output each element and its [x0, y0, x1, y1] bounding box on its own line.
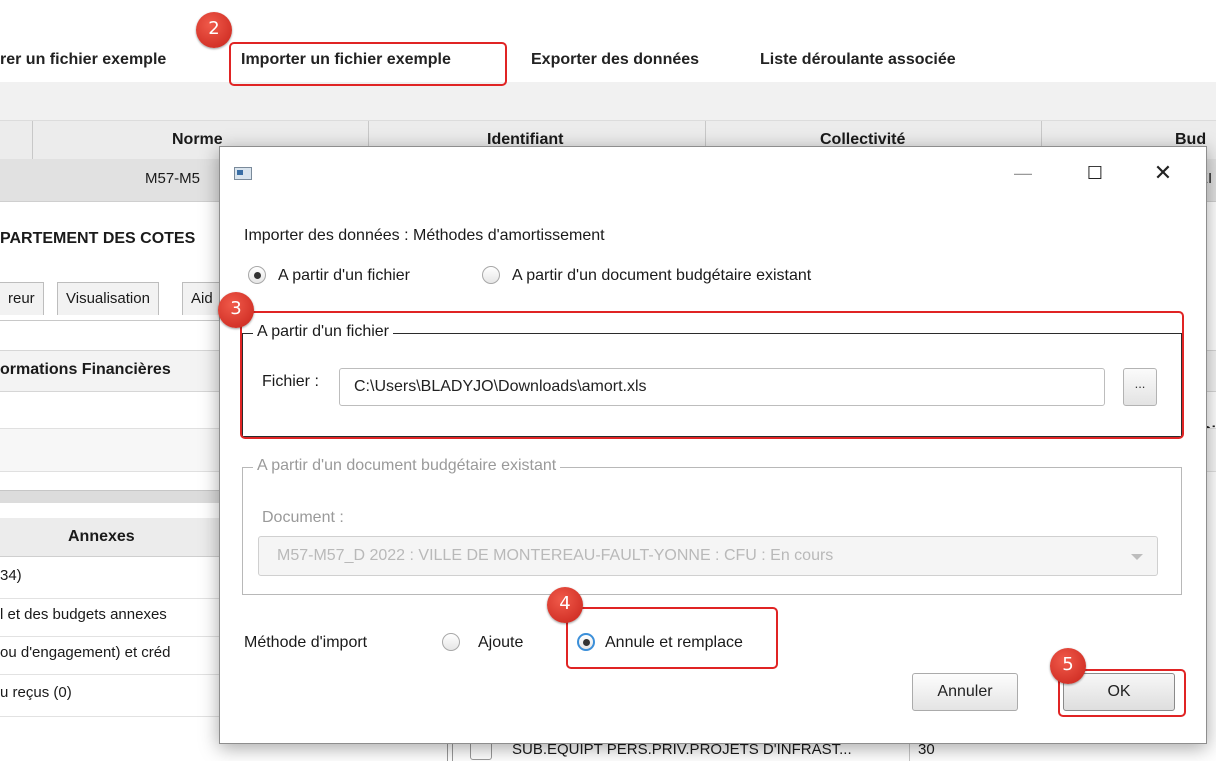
toolbar-strip	[0, 82, 1216, 121]
step-badge-5: 5	[1050, 648, 1086, 684]
divider	[0, 598, 230, 599]
chevron-down-icon	[1131, 554, 1143, 560]
dialog-titlebar[interactable]: — ☐ ✕	[220, 147, 1206, 199]
radio-ajoute-label[interactable]: Ajoute	[478, 634, 523, 652]
app-window-icon	[234, 167, 252, 180]
column-header-norme[interactable]: Norme	[172, 131, 223, 149]
tab-erreur[interactable]: reur	[0, 282, 44, 315]
section-title: ormations Financières	[0, 361, 171, 378]
radio-from-document[interactable]	[482, 266, 500, 284]
cell-norme: M57-M5	[145, 170, 201, 187]
list-item[interactable]: 34)	[0, 567, 22, 584]
minimize-icon[interactable]: —	[998, 153, 1048, 193]
divider	[0, 716, 230, 717]
step-badge-2: 2	[196, 12, 232, 48]
document-group-legend: A partir d'un document budgétaire exista…	[253, 457, 561, 475]
close-icon[interactable]: ✕	[1138, 153, 1188, 193]
menu-item-exporter-donnees[interactable]: Exporter des données	[531, 51, 699, 69]
list-item[interactable]: l et des budgets annexes	[0, 606, 167, 623]
radio-from-document-label[interactable]: A partir d'un document budgétaire exista…	[512, 267, 811, 285]
tab-visualisation[interactable]: Visualisation	[57, 282, 159, 315]
document-select-value: M57-M57_D 2022 : VILLE DE MONTEREAU-FAUL…	[277, 547, 834, 564]
dialog-heading: Importer des données : Méthodes d'amorti…	[244, 227, 605, 244]
divider	[0, 636, 230, 637]
department-title: PARTEMENT DES COTES	[0, 230, 196, 247]
cancel-button[interactable]: Annuler	[912, 673, 1018, 711]
maximize-icon[interactable]: ☐	[1070, 153, 1120, 193]
tab-aide[interactable]: Aid	[182, 282, 222, 315]
step-badge-3: 3	[218, 292, 254, 328]
annexes-title[interactable]: Annexes	[68, 528, 135, 546]
horizontal-scrollbar[interactable]	[0, 490, 230, 503]
radio-from-file[interactable]	[248, 266, 266, 284]
list-item[interactable]: ou d'engagement) et créd	[0, 644, 170, 661]
menu-item-generer-exemple[interactable]: rer un fichier exemple	[0, 51, 166, 69]
document-select[interactable]: M57-M57_D 2022 : VILLE DE MONTEREAU-FAUL…	[258, 536, 1158, 576]
list-item[interactable]: u reçus (0)	[0, 684, 72, 701]
import-method-label: Méthode d'import	[244, 634, 368, 651]
radio-ajoute[interactable]	[442, 633, 460, 651]
highlight-importer	[229, 42, 507, 86]
highlight-method	[566, 607, 778, 669]
highlight-file-group	[240, 311, 1184, 439]
step-badge-4: 4	[547, 587, 583, 623]
radio-from-file-label[interactable]: A partir d'un fichier	[278, 267, 410, 285]
document-label: Document :	[262, 509, 344, 526]
divider	[0, 674, 230, 675]
menu-item-liste-deroulante[interactable]: Liste déroulante associée	[760, 51, 956, 69]
